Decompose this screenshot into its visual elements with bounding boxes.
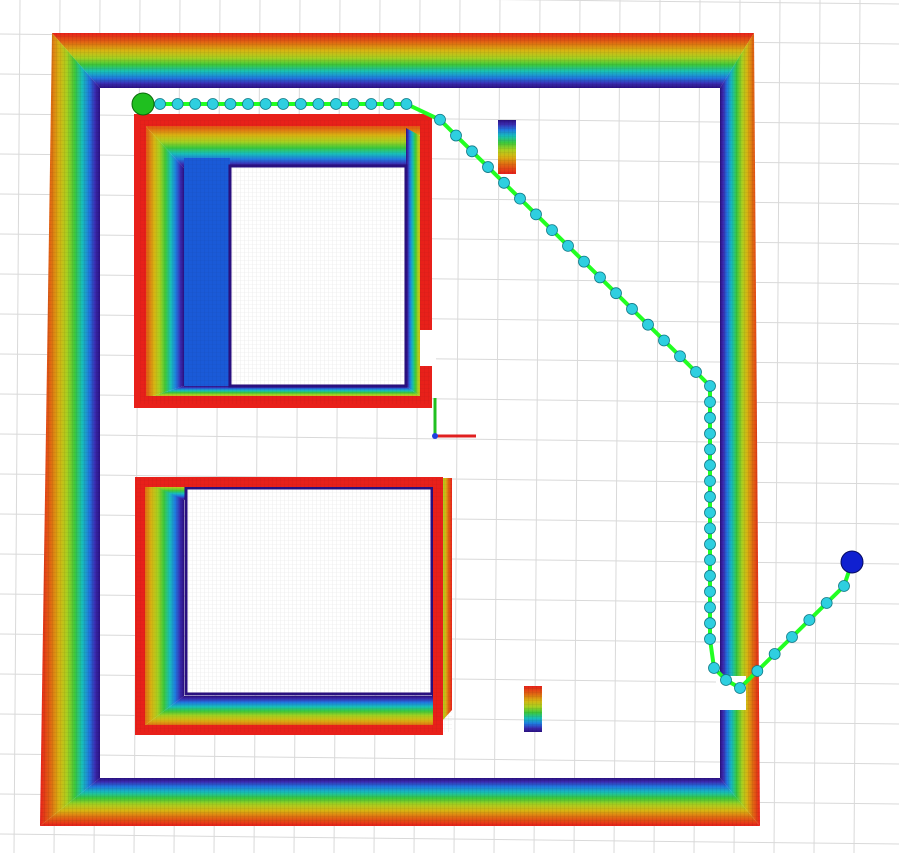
waypoint: [312, 98, 325, 110]
start-marker[interactable]: [131, 92, 155, 116]
block-upper-left-gap: [420, 330, 436, 366]
waypoint: [365, 98, 378, 110]
grid-line: [773, 0, 781, 853]
waypoint: [704, 601, 716, 614]
waypoint: [704, 569, 716, 582]
grid-line: [13, 0, 21, 853]
waypoint: [530, 208, 542, 221]
block-upper-left-cells: [140, 120, 430, 404]
waypoint: [820, 597, 833, 609]
waypoint: [838, 580, 850, 592]
grid-line: [573, 0, 581, 853]
waypoint: [610, 287, 622, 300]
grid-line: [613, 0, 621, 853]
block-lower-left-cells: [136, 478, 452, 732]
origin-axes: [432, 398, 476, 439]
waypoint: [704, 443, 716, 456]
grid-line: [453, 0, 461, 853]
waypoint: [704, 585, 716, 598]
waypoint: [704, 411, 716, 424]
waypoint: [578, 255, 590, 268]
3d-viewport[interactable]: [0, 0, 899, 853]
waypoint: [704, 538, 716, 551]
waypoint: [154, 98, 166, 110]
waypoint: [768, 648, 781, 660]
waypoint: [704, 490, 716, 503]
waypoint: [704, 554, 716, 566]
grid-line: [0, 833, 899, 845]
waypoint: [277, 98, 290, 110]
waypoint: [734, 682, 746, 694]
block-upper-left: [134, 114, 436, 408]
axis-z: [432, 433, 438, 439]
grid-line: [494, 0, 899, 5]
waypoint: [704, 633, 716, 645]
waypoint: [400, 98, 413, 110]
waypoint: [546, 224, 558, 237]
waypoint: [294, 98, 307, 110]
waypoint: [514, 192, 526, 205]
waypoint: [704, 522, 716, 535]
waypoint: [704, 459, 716, 472]
waypoint: [189, 98, 202, 110]
waypoint: [704, 380, 716, 392]
waypoint: [690, 366, 702, 378]
waypoint: [803, 614, 816, 626]
block-lower-left: [135, 477, 452, 735]
waypoint: [720, 674, 732, 686]
waypoint: [434, 113, 446, 126]
waypoint: [450, 129, 462, 142]
waypoint: [658, 334, 670, 347]
waypoint: [242, 98, 254, 110]
waypoint: [224, 98, 237, 110]
waypoint: [498, 176, 510, 189]
waypoint: [206, 98, 219, 110]
waypoint: [642, 318, 654, 331]
waypoint: [562, 239, 574, 252]
waypoint: [708, 662, 720, 674]
pillar-top: [498, 120, 516, 174]
waypoint: [704, 506, 716, 519]
waypoint: [704, 396, 716, 408]
waypoint: [704, 475, 716, 487]
waypoint: [482, 161, 494, 173]
occupancy-map-scene[interactable]: [0, 0, 899, 853]
pillar-bottom: [524, 686, 542, 732]
grid-line: [813, 0, 821, 853]
waypoint: [330, 98, 342, 110]
waypoint: [347, 98, 360, 110]
waypoint: [704, 427, 716, 440]
waypoint: [674, 350, 686, 363]
waypoint: [171, 98, 184, 110]
waypoint: [751, 665, 764, 677]
grid-line: [693, 0, 701, 853]
waypoint: [466, 145, 478, 158]
goal-marker[interactable]: [840, 550, 864, 574]
grid-line: [653, 0, 661, 853]
waypoint: [626, 303, 638, 315]
waypoint: [259, 98, 272, 110]
waypoint: [786, 631, 798, 643]
waypoint: [594, 271, 606, 284]
waypoint: [382, 98, 395, 110]
grid-line: [853, 0, 861, 853]
waypoint: [704, 617, 716, 630]
